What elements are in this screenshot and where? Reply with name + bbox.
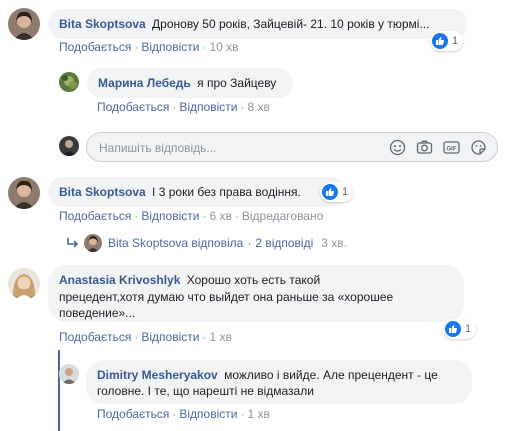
emoji-icon[interactable] (389, 139, 406, 156)
timestamp[interactable]: 6 хв (209, 209, 231, 223)
separator: · (134, 209, 139, 223)
avatar-bita-skoptsova-small (84, 234, 102, 252)
thumbs-up-icon (322, 184, 338, 200)
like-link[interactable]: Подобається (59, 40, 131, 54)
avatar-bita-skoptsova[interactable] (8, 177, 40, 209)
separator: · (234, 209, 239, 223)
reply-bubble: Марина Лебедь я про Зайцеву (87, 68, 293, 98)
replies-count[interactable]: 2 відповіді (255, 236, 313, 250)
comment-bubble: Bita Skoptsova І 3 роки без права водінн… (48, 177, 346, 207)
separator: · (172, 407, 177, 421)
comment-actions: Подобається · Відповісти · 1 хв (97, 407, 270, 421)
camera-icon[interactable] (416, 139, 433, 156)
like-link[interactable]: Подобається (97, 100, 169, 114)
comment-actions: Подобається · Відповісти · 10 хв (59, 40, 239, 54)
avatar-bita-skoptsova[interactable] (8, 8, 40, 40)
reply-link[interactable]: Відповісти (141, 209, 199, 223)
reply-bubble: Dimitry Mesheryakov можливо і вийде. Але… (86, 360, 472, 404)
current-user-avatar (59, 136, 79, 156)
reply-input-box[interactable]: GIF (86, 132, 498, 162)
comment-text-line2: головне. І те, що нарешті не відмазали (97, 384, 314, 398)
avatar-maryna-lebed[interactable] (59, 72, 79, 92)
comment-text: Дронову 50 років, Зайцевій- 21. 10 років… (152, 17, 430, 31)
comment-text: І 3 роки без права водіння. (152, 185, 301, 199)
reaction-count: 1 (452, 35, 459, 47)
comment-author[interactable]: Марина Лебедь (98, 76, 191, 90)
timestamp[interactable]: 8 хв (247, 100, 269, 114)
reply-link[interactable]: Відповісти (141, 40, 199, 54)
replies-time: 3 хв. (321, 236, 347, 250)
separator: · (240, 407, 245, 421)
reaction-count-badge[interactable]: 1 (443, 319, 477, 339)
comment-actions: Подобається · Відповісти · 1 хв (59, 330, 232, 344)
separator: · (202, 40, 207, 54)
reaction-count: 1 (465, 323, 472, 335)
comment-bubble: Bita Skoptsova Дронову 50 років, Зайцеві… (48, 9, 468, 39)
thumbs-up-icon (432, 33, 448, 49)
gif-icon[interactable]: GIF (443, 139, 460, 156)
like-link[interactable]: Подобається (97, 407, 169, 421)
reaction-count-badge[interactable]: 1 (430, 31, 464, 51)
separator: · (134, 330, 139, 344)
thumbs-up-icon (445, 321, 461, 337)
timestamp[interactable]: 1 хв (209, 330, 231, 344)
comment-author[interactable]: Anastasia Krivoshlyk (59, 273, 180, 287)
comment-actions: Подобається · Відповісти · 6 хв · Відредагован… (59, 209, 323, 223)
replies-author-action[interactable]: Bita Skoptsova відповіла (108, 236, 243, 250)
like-link[interactable]: Подобається (59, 330, 131, 344)
separator: · (172, 100, 177, 114)
comment-author[interactable]: Bita Skoptsova (59, 185, 146, 199)
avatar-anastasia-krivoshlyk[interactable] (8, 268, 40, 300)
comment-actions: Подобається · Відповісти · 8 хв (97, 100, 270, 114)
comment-text-line1: можливо і вийде. Але прецендент - це (224, 368, 438, 382)
comment-text-line1: Хорошо хоть есть такой (186, 273, 321, 287)
separator: · (247, 236, 252, 250)
comment-text-line2: прецедент,хотя думаю что выйдет она рань… (59, 289, 394, 304)
timestamp[interactable]: 10 хв (209, 40, 238, 54)
thread-line (58, 350, 60, 431)
reply-input[interactable] (99, 139, 359, 157)
comment-text: я про Зайцеву (197, 76, 277, 90)
comment-text-line3: поведение»... (59, 306, 136, 320)
svg-text:GIF: GIF (447, 147, 457, 153)
separator: · (134, 40, 139, 54)
reaction-count-badge[interactable]: 1 (320, 182, 354, 202)
view-replies-link[interactable]: Bita Skoptsova відповіла · 2 відповіді 3 хв… (66, 234, 347, 252)
separator: · (202, 209, 207, 223)
reply-link[interactable]: Відповісти (179, 100, 237, 114)
reply-arrow-icon (66, 236, 80, 250)
separator: · (240, 100, 245, 114)
sticker-icon[interactable] (470, 139, 487, 156)
like-link[interactable]: Подобається (59, 209, 131, 223)
comment-author[interactable]: Bita Skoptsova (59, 17, 146, 31)
avatar-dimitry-mesheryakov[interactable] (59, 364, 79, 384)
timestamp[interactable]: 1 хв (247, 407, 269, 421)
comment-bubble: Anastasia Krivoshlyk Хорошо хоть есть та… (48, 265, 464, 322)
edited-label[interactable]: Відредаговано (242, 209, 323, 223)
reply-input-icons: GIF (389, 139, 487, 156)
reply-link[interactable]: Відповісти (141, 330, 199, 344)
separator: · (202, 330, 207, 344)
comment-author[interactable]: Dimitry Mesheryakov (97, 368, 218, 382)
reply-link[interactable]: Відповісти (179, 407, 237, 421)
reaction-count: 1 (342, 186, 349, 198)
